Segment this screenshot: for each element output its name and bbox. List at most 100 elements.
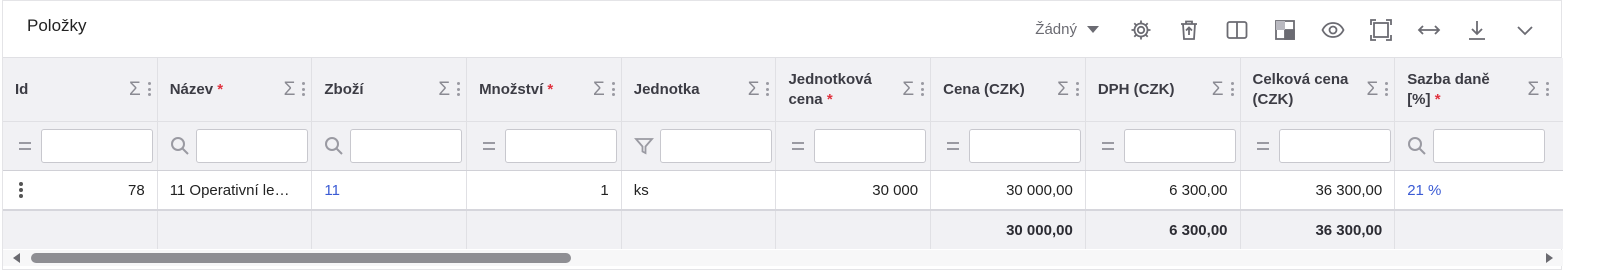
column-menu-icon[interactable] [921, 82, 925, 96]
filter-input-sazba[interactable] [1433, 129, 1546, 163]
search-icon[interactable] [320, 135, 348, 157]
search-icon[interactable] [1403, 135, 1431, 157]
equals-icon[interactable] [1094, 135, 1122, 157]
column-header-jednotkova-cena[interactable]: Jednotková cena * Σ [776, 58, 932, 121]
column-label: Jednotková cena * [788, 70, 872, 108]
checker-icon[interactable] [1261, 12, 1309, 48]
zbozi-link[interactable]: 11 [324, 182, 340, 199]
summary-row: 30 000,00 6 300,00 36 300,00 [3, 211, 1563, 249]
sigma-icon[interactable]: Σ [593, 80, 605, 100]
column-header-celkova-cena[interactable]: Celková cena (CZK) Σ [1241, 58, 1396, 121]
panel-header: Položky Žádný [3, 1, 1561, 58]
filter-input-id[interactable] [41, 129, 153, 163]
filter-cell-cena [931, 122, 1086, 170]
column-menu-icon[interactable] [766, 82, 770, 96]
table-row[interactable]: 78 11 Operativní le… 11 1 ks 30 000 30 0… [3, 171, 1563, 211]
search-icon[interactable] [166, 135, 194, 157]
equals-icon[interactable] [939, 135, 967, 157]
required-marker: * [217, 80, 224, 98]
cell-sazba: 21 % [1395, 171, 1555, 209]
view-select[interactable]: Žádný [1035, 21, 1099, 38]
cell-jednotka: ks [622, 171, 777, 209]
column-header-zbozi[interactable]: Zboží Σ [312, 58, 468, 121]
filter-cell-jednotka [622, 122, 777, 170]
filter-cell-dph [1086, 122, 1241, 170]
column-header-jednotka[interactable]: Jednotka Σ [622, 58, 777, 121]
filter-input-jednotka[interactable] [659, 129, 772, 163]
summary-cell-sazba [1395, 211, 1555, 249]
sazba-link[interactable]: 21 % [1407, 182, 1441, 199]
filter-icon[interactable] [630, 135, 658, 157]
filter-input-nazev[interactable] [195, 129, 308, 163]
filter-input-jednotkova-cena[interactable] [814, 129, 927, 163]
filter-input-dph[interactable] [1123, 129, 1236, 163]
summary-cell-mnozstvi [467, 211, 622, 249]
equals-icon[interactable] [475, 135, 503, 157]
equals-icon[interactable] [1249, 135, 1277, 157]
download-icon[interactable] [1453, 12, 1501, 48]
column-label: Id [15, 80, 29, 98]
column-label: Sazba daně [%] * [1407, 70, 1490, 108]
chevron-down-icon[interactable] [1501, 12, 1549, 48]
row-menu-icon[interactable] [19, 182, 23, 200]
items-grid: Id Σ Název * Σ Zboží Σ Množství * Σ Jednotka… [3, 58, 1563, 249]
column-menu-icon[interactable] [1075, 82, 1079, 96]
column-header-nazev[interactable]: Název * Σ [158, 58, 313, 121]
cell-id-value: 78 [128, 181, 145, 199]
sigma-icon[interactable]: Σ [902, 80, 914, 100]
equals-icon[interactable] [11, 135, 39, 157]
column-header-mnozstvi[interactable]: Množství * Σ [467, 58, 622, 121]
column-menu-icon[interactable] [1230, 82, 1234, 96]
column-menu-icon[interactable] [611, 82, 615, 96]
summary-dph: 6 300,00 [1086, 211, 1241, 249]
filter-input-zbozi[interactable] [350, 129, 463, 163]
sigma-icon[interactable]: Σ [438, 80, 450, 100]
sigma-icon[interactable]: Σ [129, 80, 141, 100]
filter-input-mnozstvi[interactable] [505, 129, 618, 163]
filter-cell-mnozstvi [467, 122, 622, 170]
filter-cell-celkova-cena [1241, 122, 1396, 170]
column-label: Název * [169, 80, 224, 98]
scroll-right-icon[interactable] [1546, 253, 1553, 263]
horizontal-scrollbar[interactable] [3, 250, 1563, 266]
column-menu-icon[interactable] [1546, 82, 1550, 96]
column-menu-icon[interactable] [457, 82, 461, 96]
trash-upload-icon[interactable] [1165, 12, 1213, 48]
scrollbar-thumb[interactable] [31, 253, 571, 263]
column-header-dph[interactable]: DPH (CZK) Σ [1086, 58, 1241, 121]
eye-icon[interactable] [1309, 12, 1357, 48]
required-marker: * [1434, 90, 1441, 108]
filter-input-cena[interactable] [969, 129, 1082, 163]
grid-header-row: Id Σ Název * Σ Zboží Σ Množství * Σ Jednotka… [3, 58, 1563, 122]
required-marker: * [826, 90, 833, 108]
filter-cell-nazev [158, 122, 313, 170]
cell-dph: 6 300,00 [1086, 171, 1241, 209]
sigma-icon[interactable]: Σ [748, 80, 760, 100]
column-label: Cena (CZK) [943, 80, 1025, 98]
filter-cell-jednotkova-cena [776, 122, 932, 170]
equals-icon[interactable] [784, 135, 812, 157]
column-menu-icon[interactable] [302, 82, 306, 96]
grid-filter-row [3, 122, 1563, 171]
column-header-sazba[interactable]: Sazba daně [%] * Σ [1395, 58, 1555, 121]
column-menu-icon[interactable] [1385, 82, 1389, 96]
scroll-left-icon[interactable] [13, 253, 20, 263]
sigma-icon[interactable]: Σ [1212, 80, 1224, 100]
column-header-cena[interactable]: Cena (CZK) Σ [931, 58, 1086, 121]
columns-icon[interactable] [1213, 12, 1261, 48]
filter-input-celkova-cena[interactable] [1278, 129, 1391, 163]
required-marker: * [547, 80, 554, 98]
summary-cell-jednotkova-cena [776, 211, 932, 249]
screenshot-icon[interactable] [1357, 12, 1405, 48]
view-select-value: Žádný [1035, 21, 1077, 38]
gear-icon[interactable] [1117, 12, 1165, 48]
sigma-icon[interactable]: Σ [1527, 80, 1539, 100]
items-panel: Položky Žádný Id Σ Název * Σ Zboží Σ Mno… [2, 0, 1563, 270]
column-header-id[interactable]: Id Σ [3, 58, 158, 121]
summary-celkova-cena: 36 300,00 [1241, 211, 1396, 249]
sigma-icon[interactable]: Σ [1057, 80, 1069, 100]
sigma-icon[interactable]: Σ [1366, 80, 1378, 100]
column-menu-icon[interactable] [147, 82, 151, 96]
sigma-icon[interactable]: Σ [284, 80, 296, 100]
width-arrows-icon[interactable] [1405, 12, 1453, 48]
